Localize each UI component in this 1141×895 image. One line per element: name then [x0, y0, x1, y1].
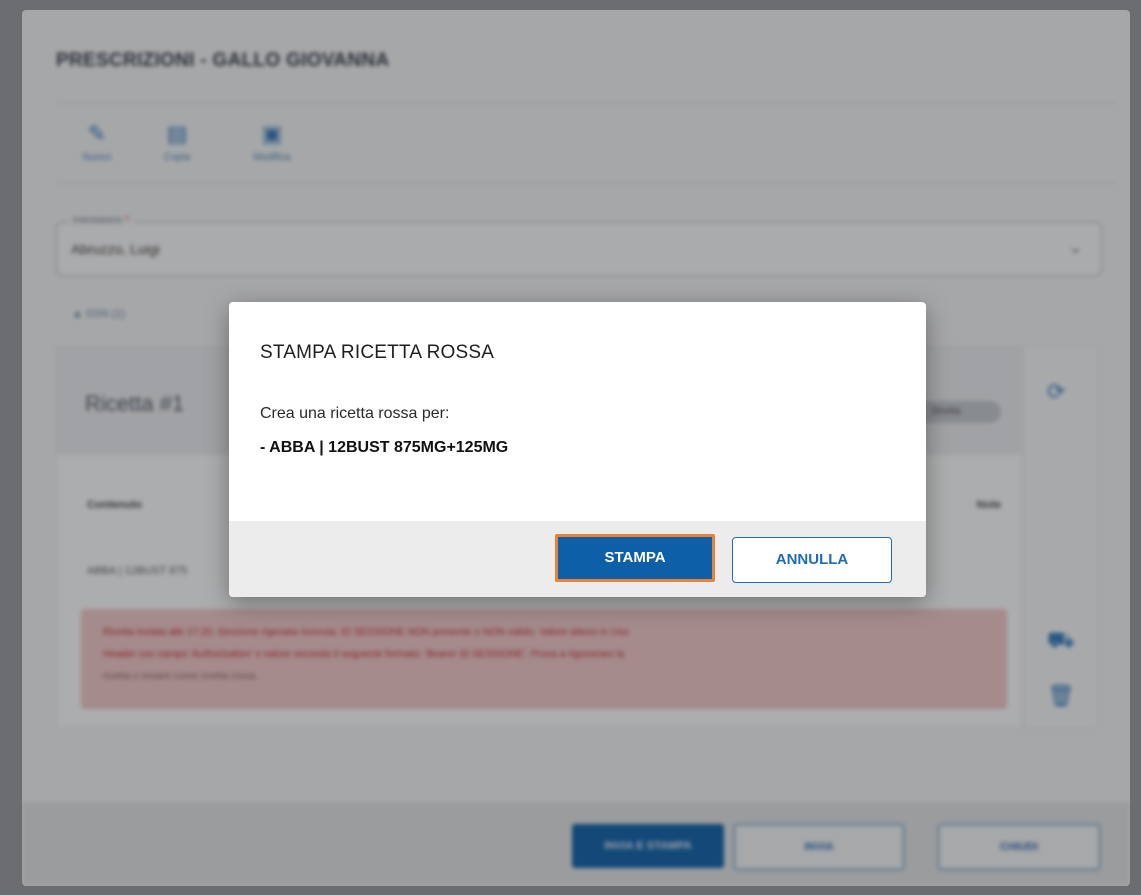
print-button[interactable]: STAMPA [555, 534, 715, 582]
dialog-title: STAMPA RICETTA ROSSA [260, 342, 495, 363]
print-red-prescription-dialog: STAMPA RICETTA ROSSA Crea una ricetta ro… [229, 302, 926, 597]
cancel-button[interactable]: ANNULLA [732, 537, 892, 583]
dialog-message: Crea una ricetta rossa per: [260, 405, 450, 422]
dialog-drug-item: - ABBA | 12BUST 875MG+125MG [260, 439, 509, 456]
